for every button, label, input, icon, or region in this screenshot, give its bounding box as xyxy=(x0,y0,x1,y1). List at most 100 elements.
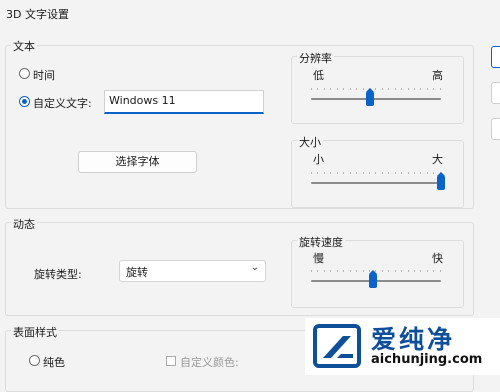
slider-tick xyxy=(317,270,319,272)
slider-tick xyxy=(362,172,364,174)
slider-tick xyxy=(323,270,325,272)
slider-tick xyxy=(426,270,428,272)
slider-tick xyxy=(401,172,403,174)
size-ticks xyxy=(311,172,441,174)
slider-tick xyxy=(343,270,345,272)
size-large-label: 大 xyxy=(432,153,443,166)
slider-tick xyxy=(311,172,312,174)
slider-tick xyxy=(317,172,319,174)
resolution-label: 分辨率 xyxy=(297,50,334,66)
slider-tick xyxy=(343,88,345,90)
slider-tick xyxy=(414,88,415,90)
rotation-speed-label: 旋转速度 xyxy=(297,234,345,250)
slider-tick xyxy=(336,88,338,90)
rotation-speed-thumb[interactable] xyxy=(369,270,378,288)
slider-tick xyxy=(420,88,422,90)
resolution-track[interactable] xyxy=(311,98,441,100)
motion-group-label: 动态 xyxy=(11,216,37,232)
window-title: 3D 文字设置 xyxy=(6,8,69,21)
size-track[interactable] xyxy=(311,182,441,184)
slider-tick xyxy=(323,88,325,90)
slider-tick xyxy=(407,270,409,272)
slider-tick xyxy=(394,270,396,272)
resolution-low-label: 低 xyxy=(313,69,324,82)
custom-color-checkbox-label: 自定义颜色: xyxy=(180,356,239,369)
slider-tick xyxy=(381,172,383,174)
slider-tick xyxy=(426,172,428,174)
slider-tick xyxy=(401,270,403,272)
slider-tick xyxy=(323,172,325,174)
slider-tick xyxy=(349,88,351,90)
slider-tick xyxy=(356,270,358,272)
chevron-down-icon: ⌄ xyxy=(250,262,259,273)
slider-tick xyxy=(356,88,358,90)
custom-text-input[interactable]: Windows 11 xyxy=(104,90,264,114)
slider-tick xyxy=(317,88,319,90)
size-thumb[interactable] xyxy=(437,172,445,190)
slider-tick xyxy=(439,88,441,90)
resolution-thumb[interactable] xyxy=(365,88,374,106)
slider-tick xyxy=(330,270,332,272)
settings-button[interactable] xyxy=(491,118,500,140)
watermark: 爱纯净 aichunjing.com xyxy=(305,318,500,375)
slider-tick xyxy=(381,88,383,90)
slider-tick xyxy=(336,172,338,174)
watermark-url: aichunjing.com xyxy=(371,352,483,367)
slider-tick xyxy=(426,88,428,90)
text-group-label: 文本 xyxy=(11,38,37,54)
rotation-type-value: 旋转 xyxy=(126,266,148,279)
rotation-type-select[interactable]: 旋转 ⌄ xyxy=(119,260,266,282)
rotation-speed-fast-label: 快 xyxy=(432,252,443,265)
time-radio-label: 时间 xyxy=(33,69,55,82)
slider-tick xyxy=(414,270,415,272)
slider-tick xyxy=(407,172,409,174)
slider-tick xyxy=(356,172,358,174)
slider-tick xyxy=(394,172,396,174)
slider-tick xyxy=(433,88,435,90)
slider-tick xyxy=(388,172,390,174)
slider-tick xyxy=(439,270,441,272)
slider-tick xyxy=(381,270,383,272)
slider-tick xyxy=(362,88,364,90)
surface-group-label: 表面样式 xyxy=(11,324,59,340)
slider-tick xyxy=(311,88,312,90)
resolution-high-label: 高 xyxy=(432,69,443,82)
slider-tick xyxy=(401,88,403,90)
slider-tick xyxy=(420,172,422,174)
custom-text-radio-label: 自定义文字: xyxy=(33,97,92,110)
slider-tick xyxy=(343,172,345,174)
custom-text-radio[interactable] xyxy=(19,96,30,107)
slider-tick xyxy=(349,172,351,174)
slider-tick xyxy=(388,88,390,90)
ok-button[interactable] xyxy=(491,46,500,68)
slider-tick xyxy=(394,88,396,90)
slider-tick xyxy=(362,270,364,272)
slider-tick xyxy=(336,270,338,272)
resolution-ticks xyxy=(311,88,441,90)
watermark-logo-icon xyxy=(313,324,361,368)
slider-tick xyxy=(330,88,332,90)
custom-color-checkbox[interactable] xyxy=(166,356,176,366)
choose-font-button[interactable]: 选择字体 xyxy=(78,151,197,173)
rotation-speed-slow-label: 慢 xyxy=(313,252,324,265)
size-small-label: 小 xyxy=(313,153,324,166)
rotation-type-label: 旋转类型: xyxy=(34,268,82,281)
slider-tick xyxy=(311,270,312,272)
watermark-brand: 爱纯净 xyxy=(371,325,456,354)
time-radio[interactable] xyxy=(19,68,30,79)
solid-color-radio-label: 纯色 xyxy=(43,356,65,369)
slider-tick xyxy=(414,172,415,174)
slider-tick xyxy=(433,172,435,174)
solid-color-radio[interactable] xyxy=(29,355,40,366)
slider-tick xyxy=(388,270,390,272)
slider-tick xyxy=(349,270,351,272)
slider-tick xyxy=(375,88,377,90)
slider-tick xyxy=(368,172,370,174)
slider-tick xyxy=(420,270,422,272)
slider-tick xyxy=(433,270,435,272)
slider-tick xyxy=(330,172,332,174)
slider-tick xyxy=(375,172,377,174)
slider-tick xyxy=(407,88,409,90)
size-label: 大小 xyxy=(297,134,323,150)
cancel-button[interactable] xyxy=(491,82,500,104)
